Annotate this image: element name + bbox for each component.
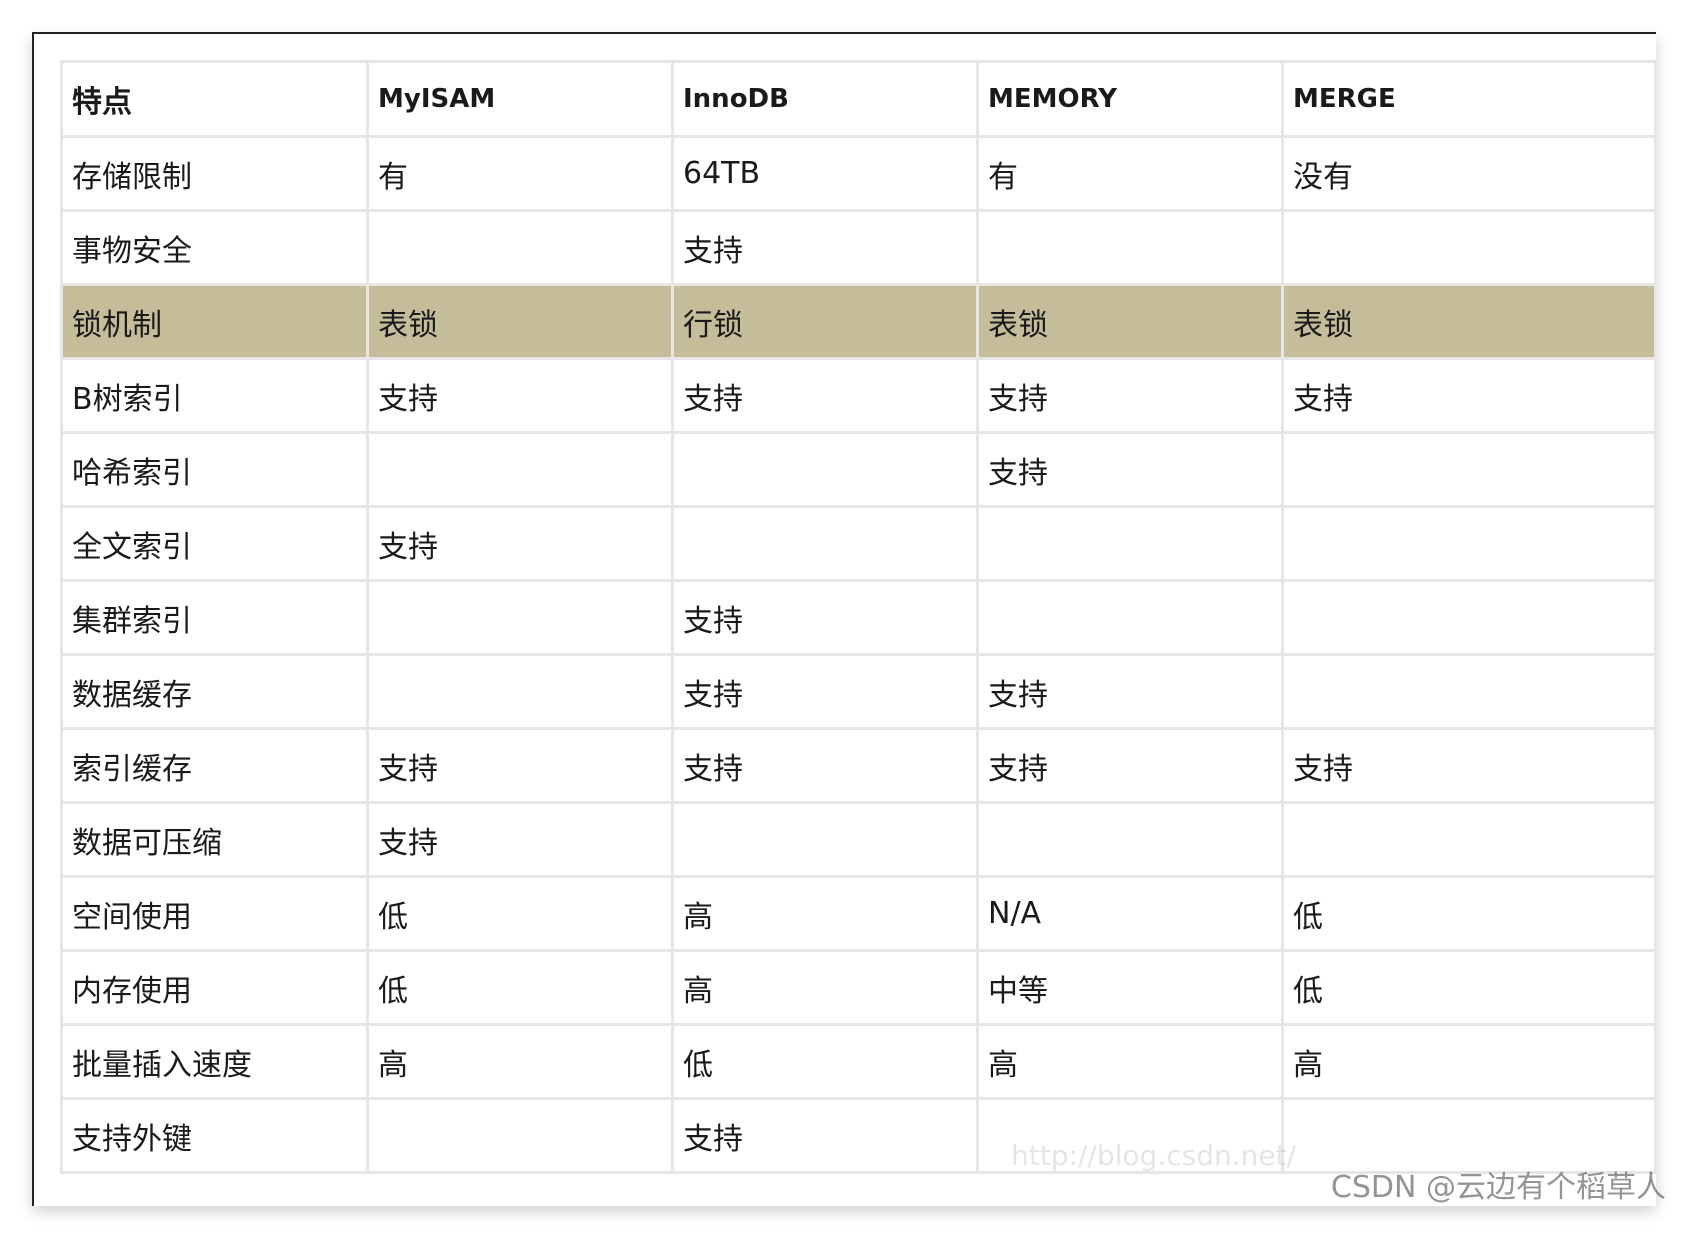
cell-feature: 存储限制 — [60, 135, 369, 212]
cell-feature: 全文索引 — [60, 505, 369, 582]
table-header-row: 特点 MyISAM InnoDB MEMORY MERGE — [60, 60, 1656, 138]
cell-memory — [976, 579, 1284, 656]
cell-myisam: 支持 — [366, 727, 674, 804]
screenshot-frame: 特点 MyISAM InnoDB MEMORY MERGE 存储限制有 64TB 有… — [32, 32, 1656, 1206]
table-row: 哈希索引 支持 — [60, 431, 1656, 508]
cell-merge — [1281, 209, 1656, 286]
storage-engine-comparison-table: 特点 MyISAM InnoDB MEMORY MERGE 存储限制有 64TB 有… — [60, 60, 1656, 1174]
table-row: 索引缓存 支持 支持 支持 支持 — [60, 727, 1656, 804]
cell-myisam — [366, 1097, 674, 1174]
cell-merge: 表锁 — [1281, 283, 1656, 360]
table-row: 数据缓存 支持 支持 — [60, 653, 1656, 730]
cell-feature: 锁机制 — [60, 283, 369, 360]
table-row: B树索引 支持 支持 支持 支持 — [60, 357, 1656, 434]
cell-feature: 事物安全 — [60, 209, 369, 286]
cell-merge — [1281, 653, 1656, 730]
cell-memory: N/A — [976, 875, 1284, 952]
cell-memory: 支持 — [976, 357, 1284, 434]
cell-innodb: 高 — [671, 949, 979, 1026]
cell-myisam: 低 — [366, 949, 674, 1026]
cell-innodb: 支持 — [671, 357, 979, 434]
cell-myisam — [366, 653, 674, 730]
cell-innodb: 行锁 — [671, 283, 979, 360]
cell-feature: 数据缓存 — [60, 653, 369, 730]
header-innodb: InnoDB — [671, 60, 979, 138]
cell-feature: 哈希索引 — [60, 431, 369, 508]
csdn-watermark: CSDN @云边有个稻草人 — [1330, 1170, 1666, 1205]
cell-innodb: 支持 — [671, 1097, 979, 1174]
cell-memory: 支持 — [976, 431, 1284, 508]
cell-feature: 数据可压缩 — [60, 801, 369, 878]
table-row: 集群索引 支持 — [60, 579, 1656, 656]
cell-feature: 空间使用 — [60, 875, 369, 952]
cell-memory: 支持 — [976, 727, 1284, 804]
cell-innodb — [671, 431, 979, 508]
table-row: 存储限制有 64TB 有没有 — [60, 135, 1656, 212]
cell-merge: 高 — [1281, 1023, 1656, 1100]
cell-innodb: 支持 — [671, 727, 979, 804]
cell-memory — [976, 801, 1284, 878]
cell-innodb: 支持 — [671, 209, 979, 286]
cell-innodb: 64TB — [671, 135, 979, 212]
faint-url-watermark: http://blog.csdn.net/ — [1011, 1139, 1296, 1172]
cell-myisam: 高 — [366, 1023, 674, 1100]
cell-memory: 有 — [976, 135, 1284, 212]
table-row: 批量插入速度高低高高 — [60, 1023, 1656, 1100]
header-merge: MERGE — [1281, 60, 1656, 138]
cell-memory: 支持 — [976, 653, 1284, 730]
cell-merge: 低 — [1281, 949, 1656, 1026]
table-row: 事物安全 支持 — [60, 209, 1656, 286]
cell-myisam: 低 — [366, 875, 674, 952]
cell-merge — [1281, 579, 1656, 656]
cell-feature: B树索引 — [60, 357, 369, 434]
cell-merge: 没有 — [1281, 135, 1656, 212]
cell-memory: 中等 — [976, 949, 1284, 1026]
cell-memory — [976, 505, 1284, 582]
cell-feature: 集群索引 — [60, 579, 369, 656]
header-myisam: MyISAM — [366, 60, 674, 138]
table-row: 空间使用低高 N/A 低 — [60, 875, 1656, 952]
cell-feature: 内存使用 — [60, 949, 369, 1026]
table-row: 内存使用低高中等低 — [60, 949, 1656, 1026]
cell-myisam — [366, 209, 674, 286]
cell-merge — [1281, 431, 1656, 508]
cell-feature: 索引缓存 — [60, 727, 369, 804]
cell-merge — [1281, 801, 1656, 878]
header-memory: MEMORY — [976, 60, 1284, 138]
cell-myisam — [366, 431, 674, 508]
cell-merge: 支持 — [1281, 357, 1656, 434]
cell-innodb: 支持 — [671, 653, 979, 730]
cell-myisam: 有 — [366, 135, 674, 212]
cell-memory — [976, 209, 1284, 286]
cell-memory: 高 — [976, 1023, 1284, 1100]
cell-myisam: 支持 — [366, 357, 674, 434]
cell-feature: 支持外键 — [60, 1097, 369, 1174]
cell-merge: 支持 — [1281, 727, 1656, 804]
cell-feature: 批量插入速度 — [60, 1023, 369, 1100]
cell-merge — [1281, 505, 1656, 582]
table-row: 数据可压缩 支持 — [60, 801, 1656, 878]
cell-memory: 表锁 — [976, 283, 1284, 360]
cell-innodb — [671, 801, 979, 878]
cell-myisam: 表锁 — [366, 283, 674, 360]
cell-innodb: 高 — [671, 875, 979, 952]
table-row: 全文索引 支持 — [60, 505, 1656, 582]
cell-innodb: 低 — [671, 1023, 979, 1100]
cell-innodb: 支持 — [671, 579, 979, 656]
cell-myisam — [366, 579, 674, 656]
cell-myisam: 支持 — [366, 505, 674, 582]
cell-myisam: 支持 — [366, 801, 674, 878]
header-feature: 特点 — [60, 60, 369, 138]
cell-innodb — [671, 505, 979, 582]
cell-merge: 低 — [1281, 875, 1656, 952]
table-row-highlighted: 锁机制 表锁 行锁 表锁 表锁 — [60, 283, 1656, 360]
